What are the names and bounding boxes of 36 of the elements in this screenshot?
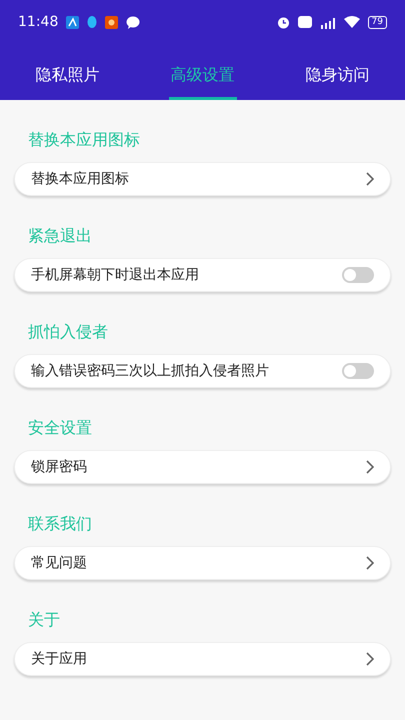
tab[interactable]: 隐私照片 [34,55,102,100]
alarm-icon [276,16,290,28]
section-title: 紧急退出 [28,225,93,247]
notification-icon [66,16,80,28]
chevron-right-icon [366,460,374,474]
row-label: 锁屏密码 [31,458,87,476]
row-label: 关于应用 [31,650,87,668]
toggle-row[interactable]: 手机屏幕朝下时退出本应用 [14,258,391,292]
chevron-right-icon [366,652,374,666]
notification-icon [87,16,98,28]
row-label: 输入错误密码三次以上抓拍入侵者照片 [31,362,269,380]
section-title: 替换本应用图标 [28,129,141,151]
section-title: 抓怕入侵者 [28,321,109,343]
chevron-right-icon [366,556,374,570]
status-time: 11:48 [18,12,58,32]
row-label: 常见问题 [31,554,87,572]
tab[interactable]: 高级设置 [168,55,236,100]
toggle-row[interactable]: 输入错误密码三次以上抓拍入侵者照片 [14,354,391,388]
toggle-switch[interactable] [342,267,374,283]
section-title: 联系我们 [28,513,93,535]
row-label: 手机屏幕朝下时退出本应用 [31,266,199,284]
section-title: 安全设置 [28,417,93,439]
section-title: 关于 [28,609,61,631]
battery-level: 79 [368,16,387,28]
toggle-switch[interactable] [342,363,374,379]
row-label: 替换本应用图标 [31,170,129,188]
settings-row[interactable]: 关于应用 [14,642,391,676]
notification-icon [105,16,118,28]
wifi-icon [344,16,360,28]
tab[interactable]: 隐身访问 [304,55,372,100]
settings-row[interactable]: 常见问题 [14,546,391,580]
settings-row[interactable]: 替换本应用图标 [14,162,391,196]
chat-icon [126,16,140,28]
settings-row[interactable]: 锁屏密码 [14,450,391,484]
signal-icon [320,16,336,28]
chevron-right-icon [366,172,374,186]
